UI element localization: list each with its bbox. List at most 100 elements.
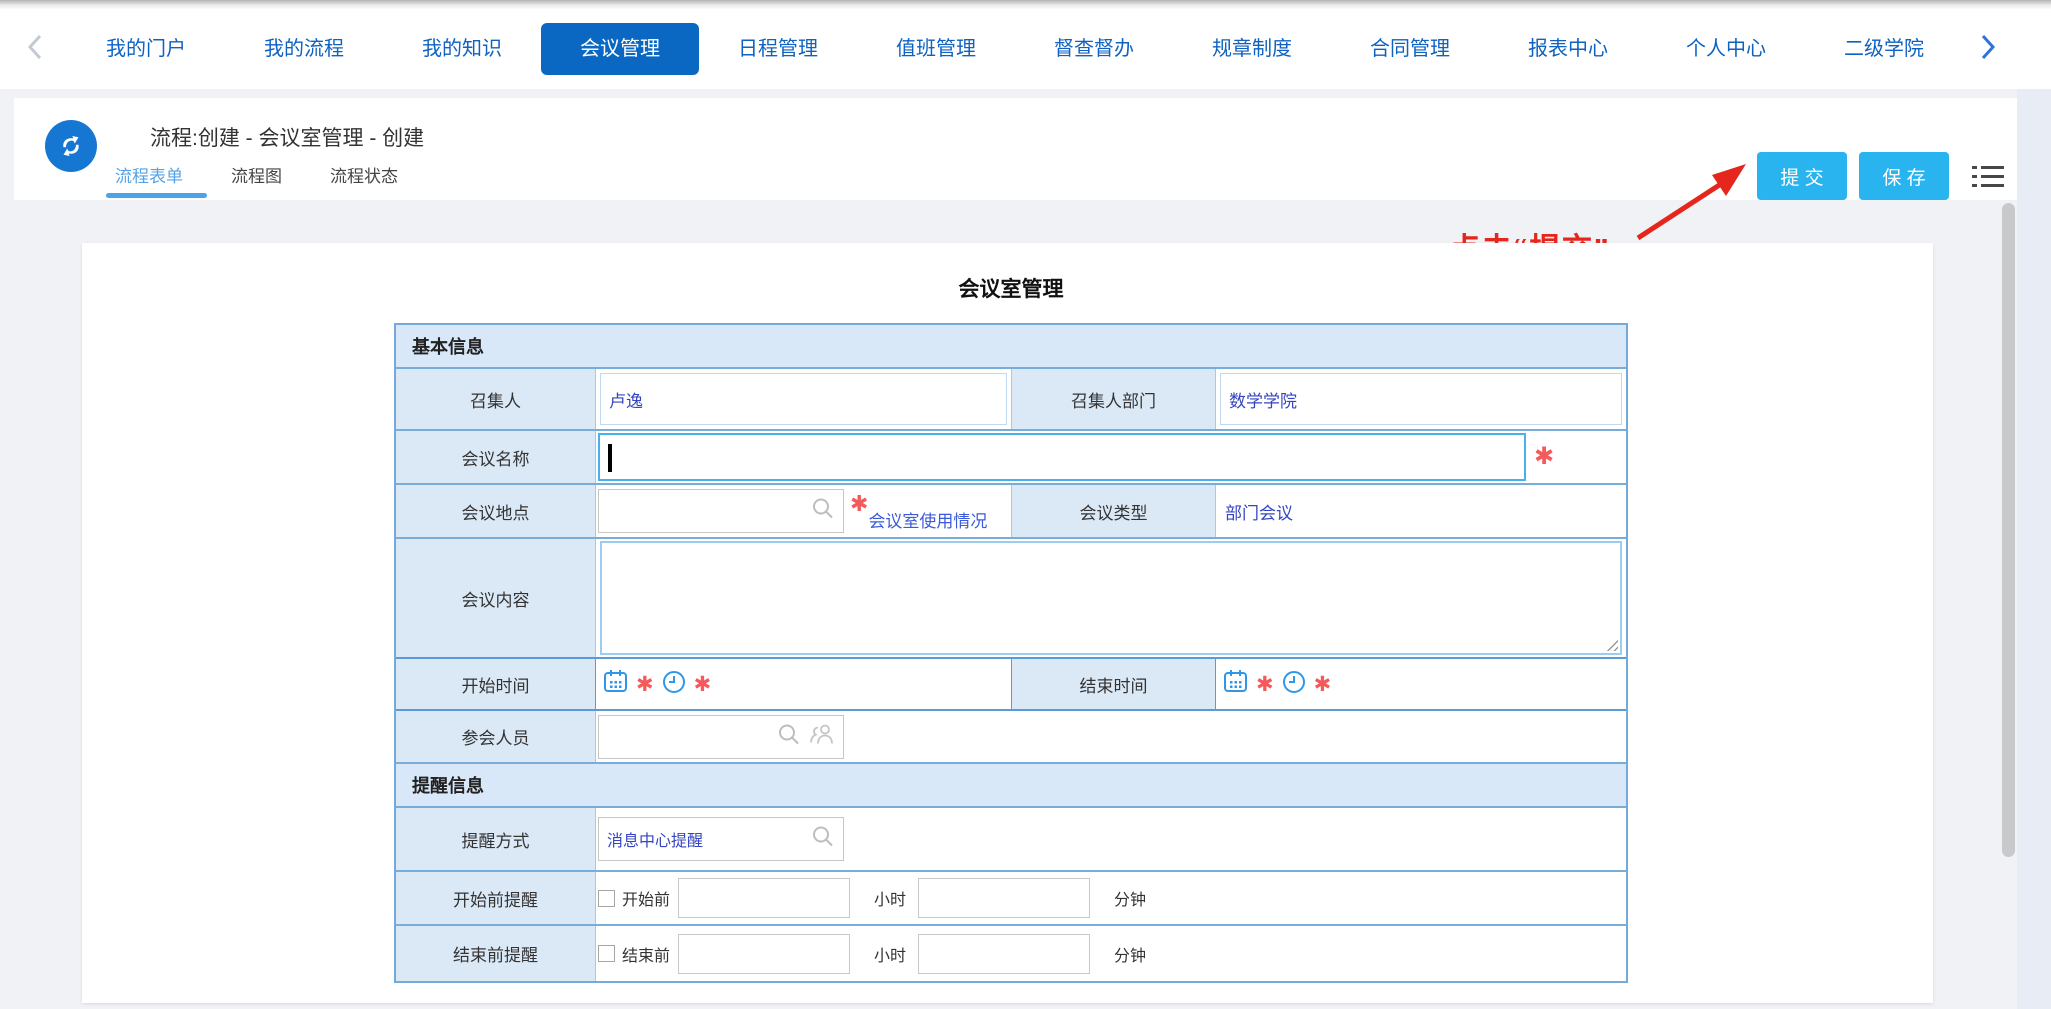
meeting-type-cell: 部门会议 [1216,485,1626,537]
remind-before-end-label: 结束前提醒 [396,926,596,981]
form-table: 基本信息 召集人 卢逸 召集人部门 数学学院 会议名称 ✱ [394,323,1628,983]
text-caret [608,444,612,472]
workflow-icon [45,120,97,172]
search-icon[interactable] [811,497,835,526]
nav-item-contract-mgmt[interactable]: 合同管理 [1331,23,1489,75]
attendees-input[interactable] [598,715,844,759]
nav-item-my-flows[interactable]: 我的流程 [225,23,383,75]
convener-dept-value-cell: 数学学院 [1216,369,1626,429]
form-title: 会议室管理 [394,273,1628,303]
tab-flow-status[interactable]: 流程状态 [330,162,398,187]
search-icon[interactable] [811,825,835,854]
remind-before-end-cell: 结束前 小时 分钟 [596,926,1626,981]
section-reminder-info: 提醒信息 [396,764,1626,808]
remind-before-start-cell: 开始前 小时 分钟 [596,872,1626,924]
remind-method-label: 提醒方式 [396,808,596,870]
nav-item-supervision[interactable]: 督查督办 [1015,23,1173,75]
required-star: ✱ [1314,674,1332,695]
meeting-name-input[interactable] [598,433,1526,481]
remind-end-checkbox[interactable] [598,945,615,962]
top-nav: 我的门户 我的流程 我的知识 会议管理 日程管理 值班管理 督查督办 规章制度 … [0,9,2051,89]
start-time-label: 开始时间 [396,659,596,709]
hours-unit-label: 小时 [874,886,906,910]
remind-method-input[interactable]: 消息中心提醒 [598,817,844,861]
form-row-remind-before-end: 结束前提醒 结束前 小时 分钟 [396,926,1626,981]
nav-item-schedule-mgmt[interactable]: 日程管理 [699,23,857,75]
tab-flow-form[interactable]: 流程表单 [115,162,183,187]
meeting-place-label: 会议地点 [396,485,596,537]
meeting-place-cell: ✱ 会议室使用情况 [596,485,1012,537]
nav-item-meeting-mgmt[interactable]: 会议管理 [541,23,699,75]
workflow-tabs: 流程表单 流程图 流程状态 [115,162,398,187]
nav-item-secondary-college[interactable]: 二级学院 [1805,23,1963,75]
attendees-label: 参会人员 [396,711,596,762]
calendar-icon[interactable] [1222,668,1249,701]
required-star: ✱ [636,674,654,695]
required-star: ✱ [850,493,868,515]
remind-end-prefix: 结束前 [622,942,670,966]
nav-items: 我的门户 我的流程 我的知识 会议管理 日程管理 值班管理 督查督办 规章制度 … [67,23,1963,75]
search-icon[interactable] [777,722,801,751]
page-title: 流程:创建 - 会议室管理 - 创建 [150,122,424,152]
meeting-name-label: 会议名称 [396,431,596,483]
form-row-meeting-name: 会议名称 ✱ [396,431,1626,485]
end-time-cell: ✱ ✱ [1216,659,1626,709]
calendar-icon[interactable] [602,668,629,701]
form-row-time: 开始时间 ✱ [396,659,1626,711]
minutes-unit-label: 分钟 [1114,942,1146,966]
nav-item-regulations[interactable]: 规章制度 [1173,23,1331,75]
meeting-content-label: 会议内容 [396,539,596,657]
meeting-name-cell: ✱ [596,431,1626,483]
list-menu-icon[interactable] [1972,164,2004,195]
chevron-right-icon [1979,33,1997,66]
people-icon[interactable] [809,722,835,751]
tab-flow-diagram[interactable]: 流程图 [231,162,282,187]
remind-end-hours-input[interactable] [678,934,850,974]
meeting-content-cell [596,539,1626,657]
required-star: ✱ [1256,674,1274,695]
room-usage-link[interactable]: 会议室使用情况 [868,507,987,532]
attendees-cell [596,711,1626,762]
form-row-meeting-place: 会议地点 ✱ 会议室使用情况 会议类型 部门会议 [396,485,1626,539]
convener-value: 卢逸 [600,373,1007,425]
meeting-content-textarea[interactable] [600,541,1622,655]
resize-grip[interactable] [1606,639,1618,651]
nav-item-duty-mgmt[interactable]: 值班管理 [857,23,1015,75]
submit-button[interactable]: 提 交 [1757,152,1847,200]
meeting-type-value: 部门会议 [1216,499,1293,524]
form-row-attendees: 参会人员 [396,711,1626,764]
remind-method-value: 消息中心提醒 [607,827,703,851]
right-margin-strip [2017,89,2051,1009]
nav-next-button[interactable] [1973,33,2003,66]
chevron-left-icon [26,33,44,66]
remind-start-prefix: 开始前 [622,886,670,910]
convener-label: 召集人 [396,369,596,429]
meeting-place-input[interactable] [598,489,844,533]
convener-dept-label: 召集人部门 [1012,369,1216,429]
remind-method-cell: 消息中心提醒 [596,808,1626,870]
end-time-label: 结束时间 [1012,659,1216,709]
form-row-convener: 召集人 卢逸 召集人部门 数学学院 [396,369,1626,431]
nav-item-my-knowledge[interactable]: 我的知识 [383,23,541,75]
annotation-arrow-icon [1628,160,1756,253]
clock-icon[interactable] [661,669,687,700]
nav-item-my-portal[interactable]: 我的门户 [67,23,225,75]
form-panel: 会议室管理 基本信息 召集人 卢逸 召集人部门 数学学院 会议名称 [82,243,1933,1003]
remind-start-checkbox[interactable] [598,890,615,907]
required-star: ✱ [694,674,712,695]
save-button[interactable]: 保 存 [1859,152,1949,200]
nav-prev-button[interactable] [20,33,50,66]
clock-icon[interactable] [1281,669,1307,700]
form-row-remind-method: 提醒方式 消息中心提醒 [396,808,1626,872]
start-time-cell: ✱ ✱ [596,659,1012,709]
minutes-unit-label: 分钟 [1114,886,1146,910]
remind-before-start-label: 开始前提醒 [396,872,596,924]
remind-start-hours-input[interactable] [678,878,850,918]
form-row-meeting-content: 会议内容 [396,539,1626,659]
nav-item-personal-center[interactable]: 个人中心 [1647,23,1805,75]
remind-start-minutes-input[interactable] [918,878,1090,918]
nav-item-report-center[interactable]: 报表中心 [1489,23,1647,75]
vertical-scrollbar[interactable] [2002,203,2015,857]
remind-end-minutes-input[interactable] [918,934,1090,974]
section-basic-info: 基本信息 [396,325,1626,369]
